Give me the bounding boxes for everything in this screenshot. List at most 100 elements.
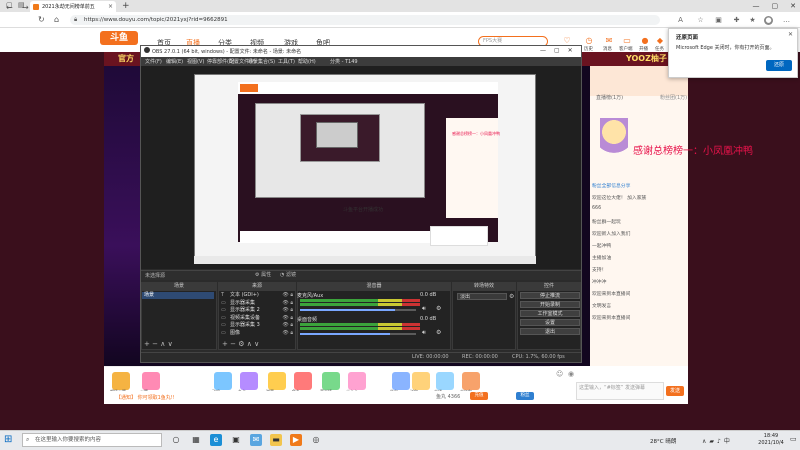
gift-item[interactable] xyxy=(214,372,232,390)
visibility-icon[interactable]: 👁︎ 🔒︎ xyxy=(282,300,293,307)
scene-item[interactable]: 场景 xyxy=(142,292,214,299)
mixer-settings-icon[interactable]: ⚙ xyxy=(436,305,441,312)
new-tab-button[interactable]: + xyxy=(122,1,130,11)
gift-notice[interactable]: 【通知】 你可领取1鱼丸!! xyxy=(116,394,175,401)
start-icon[interactable]: ⊞ xyxy=(4,434,12,445)
task-view-icon[interactable]: ○ xyxy=(170,434,182,446)
gift-item[interactable] xyxy=(322,372,340,390)
mixer-settings-icon[interactable]: ⚙ xyxy=(436,329,441,336)
source-item[interactable]: ▭ 视频采集设备 👁︎ 🔒︎ xyxy=(221,315,293,322)
source-down-icon[interactable]: ∨ xyxy=(254,340,259,348)
site-logo[interactable]: 斗鱼 xyxy=(100,31,138,45)
visibility-icon[interactable]: 👁︎ 🔒︎ xyxy=(282,330,293,337)
obs-menu-item[interactable]: 场景集合(S) xyxy=(248,58,275,65)
chat-tab-fans[interactable]: 粉丝团(1万) xyxy=(660,94,687,101)
filters-button[interactable]: ◔ 滤镜 xyxy=(280,271,296,278)
restore-button[interactable]: 还原 xyxy=(766,60,792,71)
fan-badge-icon[interactable]: ◉ xyxy=(568,370,574,378)
properties-button[interactable]: ⚙ 属性 xyxy=(255,271,271,278)
speaker-icon[interactable]: 🔊︎ xyxy=(422,329,426,337)
favorite-icon[interactable]: ☆ xyxy=(696,16,705,25)
store-icon[interactable]: ▣ xyxy=(230,434,242,446)
volume-slider[interactable] xyxy=(300,333,416,335)
chat-input[interactable]: 这里输入，“#标签” 发送弹幕 xyxy=(576,382,664,400)
chat-tab-rank[interactable]: 直播榜(1万) xyxy=(596,94,623,101)
volume-slider[interactable] xyxy=(300,309,416,311)
mail-icon[interactable]: ✉ xyxy=(250,434,262,446)
obs-menu-item[interactable]: 文件(F) xyxy=(145,58,162,65)
visibility-icon[interactable]: 👁︎ 🔒︎ xyxy=(282,307,293,314)
transition-settings-icon[interactable]: ⚙ xyxy=(509,293,514,300)
move-up-icon[interactable]: ∧ xyxy=(160,340,165,348)
gift-item[interactable] xyxy=(268,372,286,390)
visibility-icon[interactable]: 👁︎ 🔒︎ xyxy=(282,292,293,299)
maximize-icon[interactable]: ▢ xyxy=(772,0,779,12)
task-icon[interactable]: ◆ xyxy=(654,36,666,45)
history-icon[interactable]: ◷ xyxy=(583,36,595,45)
emoji-icon[interactable]: ☺ xyxy=(556,370,563,378)
obs-menu-item[interactable]: 视图(V) xyxy=(187,58,204,65)
obs-close-icon[interactable]: ✕ xyxy=(568,47,581,54)
follow-icon[interactable]: ♡ xyxy=(561,36,573,45)
visibility-icon[interactable]: 👁︎ 🔒︎ xyxy=(282,322,293,329)
visibility-icon[interactable]: 👁︎ 🔒︎ xyxy=(282,315,293,322)
control-button[interactable]: 停止推流 xyxy=(520,292,580,299)
popup-close-icon[interactable]: ✕ xyxy=(788,31,793,38)
broadcast-icon[interactable]: ● xyxy=(639,36,651,45)
chat-user-name[interactable]: 粉丝全部信息分享 xyxy=(592,184,630,189)
send-button[interactable]: 发送 xyxy=(666,386,684,396)
speaker-icon[interactable]: 🔊︎ xyxy=(422,305,426,313)
gift-item[interactable] xyxy=(112,372,130,390)
minimize-icon[interactable]: — xyxy=(753,0,760,12)
favorites-bar-icon[interactable]: ★ xyxy=(748,16,757,25)
clock[interactable]: 18:49 2021/10/4 xyxy=(756,433,786,447)
gift-item[interactable] xyxy=(392,372,410,390)
source-item[interactable]: ▭ 显示器采集 3 👁︎ 🔒︎ xyxy=(221,322,293,329)
add-source-icon[interactable]: + xyxy=(222,340,228,348)
profile-avatar[interactable]: ● xyxy=(764,16,773,25)
forward-icon[interactable]: → xyxy=(22,3,29,12)
source-up-icon[interactable]: ∧ xyxy=(247,340,252,348)
transition-select[interactable]: 淡出 xyxy=(457,293,507,300)
notification-icon[interactable]: ▭ xyxy=(790,435,797,443)
ime-icon[interactable]: 中 xyxy=(724,438,733,445)
more-menu-icon[interactable]: … xyxy=(782,16,791,25)
close-icon[interactable]: ✕ xyxy=(790,0,796,12)
douyu-app-icon[interactable]: ▶ xyxy=(290,434,302,446)
network-icon[interactable]: ▰ xyxy=(709,438,717,445)
obs-maximize-icon[interactable]: ▢ xyxy=(554,47,568,54)
gift-item[interactable] xyxy=(142,372,160,390)
back-icon[interactable]: ← xyxy=(6,3,13,12)
remove-source-icon[interactable]: − xyxy=(230,340,236,348)
collections-icon[interactable]: ▣ xyxy=(714,16,723,25)
move-down-icon[interactable]: ∨ xyxy=(168,340,173,348)
gift-item[interactable] xyxy=(412,372,430,390)
gift-item[interactable] xyxy=(240,372,258,390)
control-button[interactable]: 退出 xyxy=(520,328,580,335)
folder-icon[interactable]: ▬ xyxy=(270,434,282,446)
refresh-icon[interactable]: ↻ xyxy=(38,15,45,24)
obs-app-icon[interactable]: ◎ xyxy=(310,434,322,446)
obs-menu-item[interactable]: 编辑(E) xyxy=(166,58,183,65)
obs-menu-item[interactable]: 分类 - T149 xyxy=(330,58,358,65)
obs-menu-item[interactable]: 帮助(H) xyxy=(298,58,316,65)
gift-item[interactable] xyxy=(294,372,312,390)
source-settings-icon[interactable]: ⚙ xyxy=(238,340,244,348)
obs-minimize-icon[interactable]: — xyxy=(540,47,554,54)
gift-item[interactable] xyxy=(348,372,366,390)
taskbar-search[interactable]: ⌕ 在这里输入你要搜索的内容 xyxy=(22,433,162,447)
gift-item[interactable] xyxy=(462,372,480,390)
fans-button[interactable]: 粉丝 xyxy=(516,392,534,400)
source-item[interactable]: ▭ 显示器采集 2 👁︎ 🔒︎ xyxy=(221,307,293,314)
browser-tab[interactable]: 2021永劫无间榜单前五 × xyxy=(30,1,116,12)
message-icon[interactable]: ✉ xyxy=(603,36,615,45)
control-button[interactable]: 设置 xyxy=(520,319,580,326)
charge-button[interactable]: 充值 xyxy=(470,392,488,400)
control-button[interactable]: 开始录制 xyxy=(520,301,580,308)
edge-icon[interactable]: e xyxy=(210,434,222,446)
widgets-icon[interactable]: ▦ xyxy=(190,434,202,446)
client-icon[interactable]: ▭ xyxy=(621,36,633,45)
url-field[interactable]: 🔒︎ https://www.douyu.com/topic/2021yxj?r… xyxy=(70,15,660,25)
source-item[interactable]: ▭ 图像 👁︎ 🔒︎ xyxy=(221,330,293,337)
volume-icon[interactable]: ♪ xyxy=(717,438,724,445)
